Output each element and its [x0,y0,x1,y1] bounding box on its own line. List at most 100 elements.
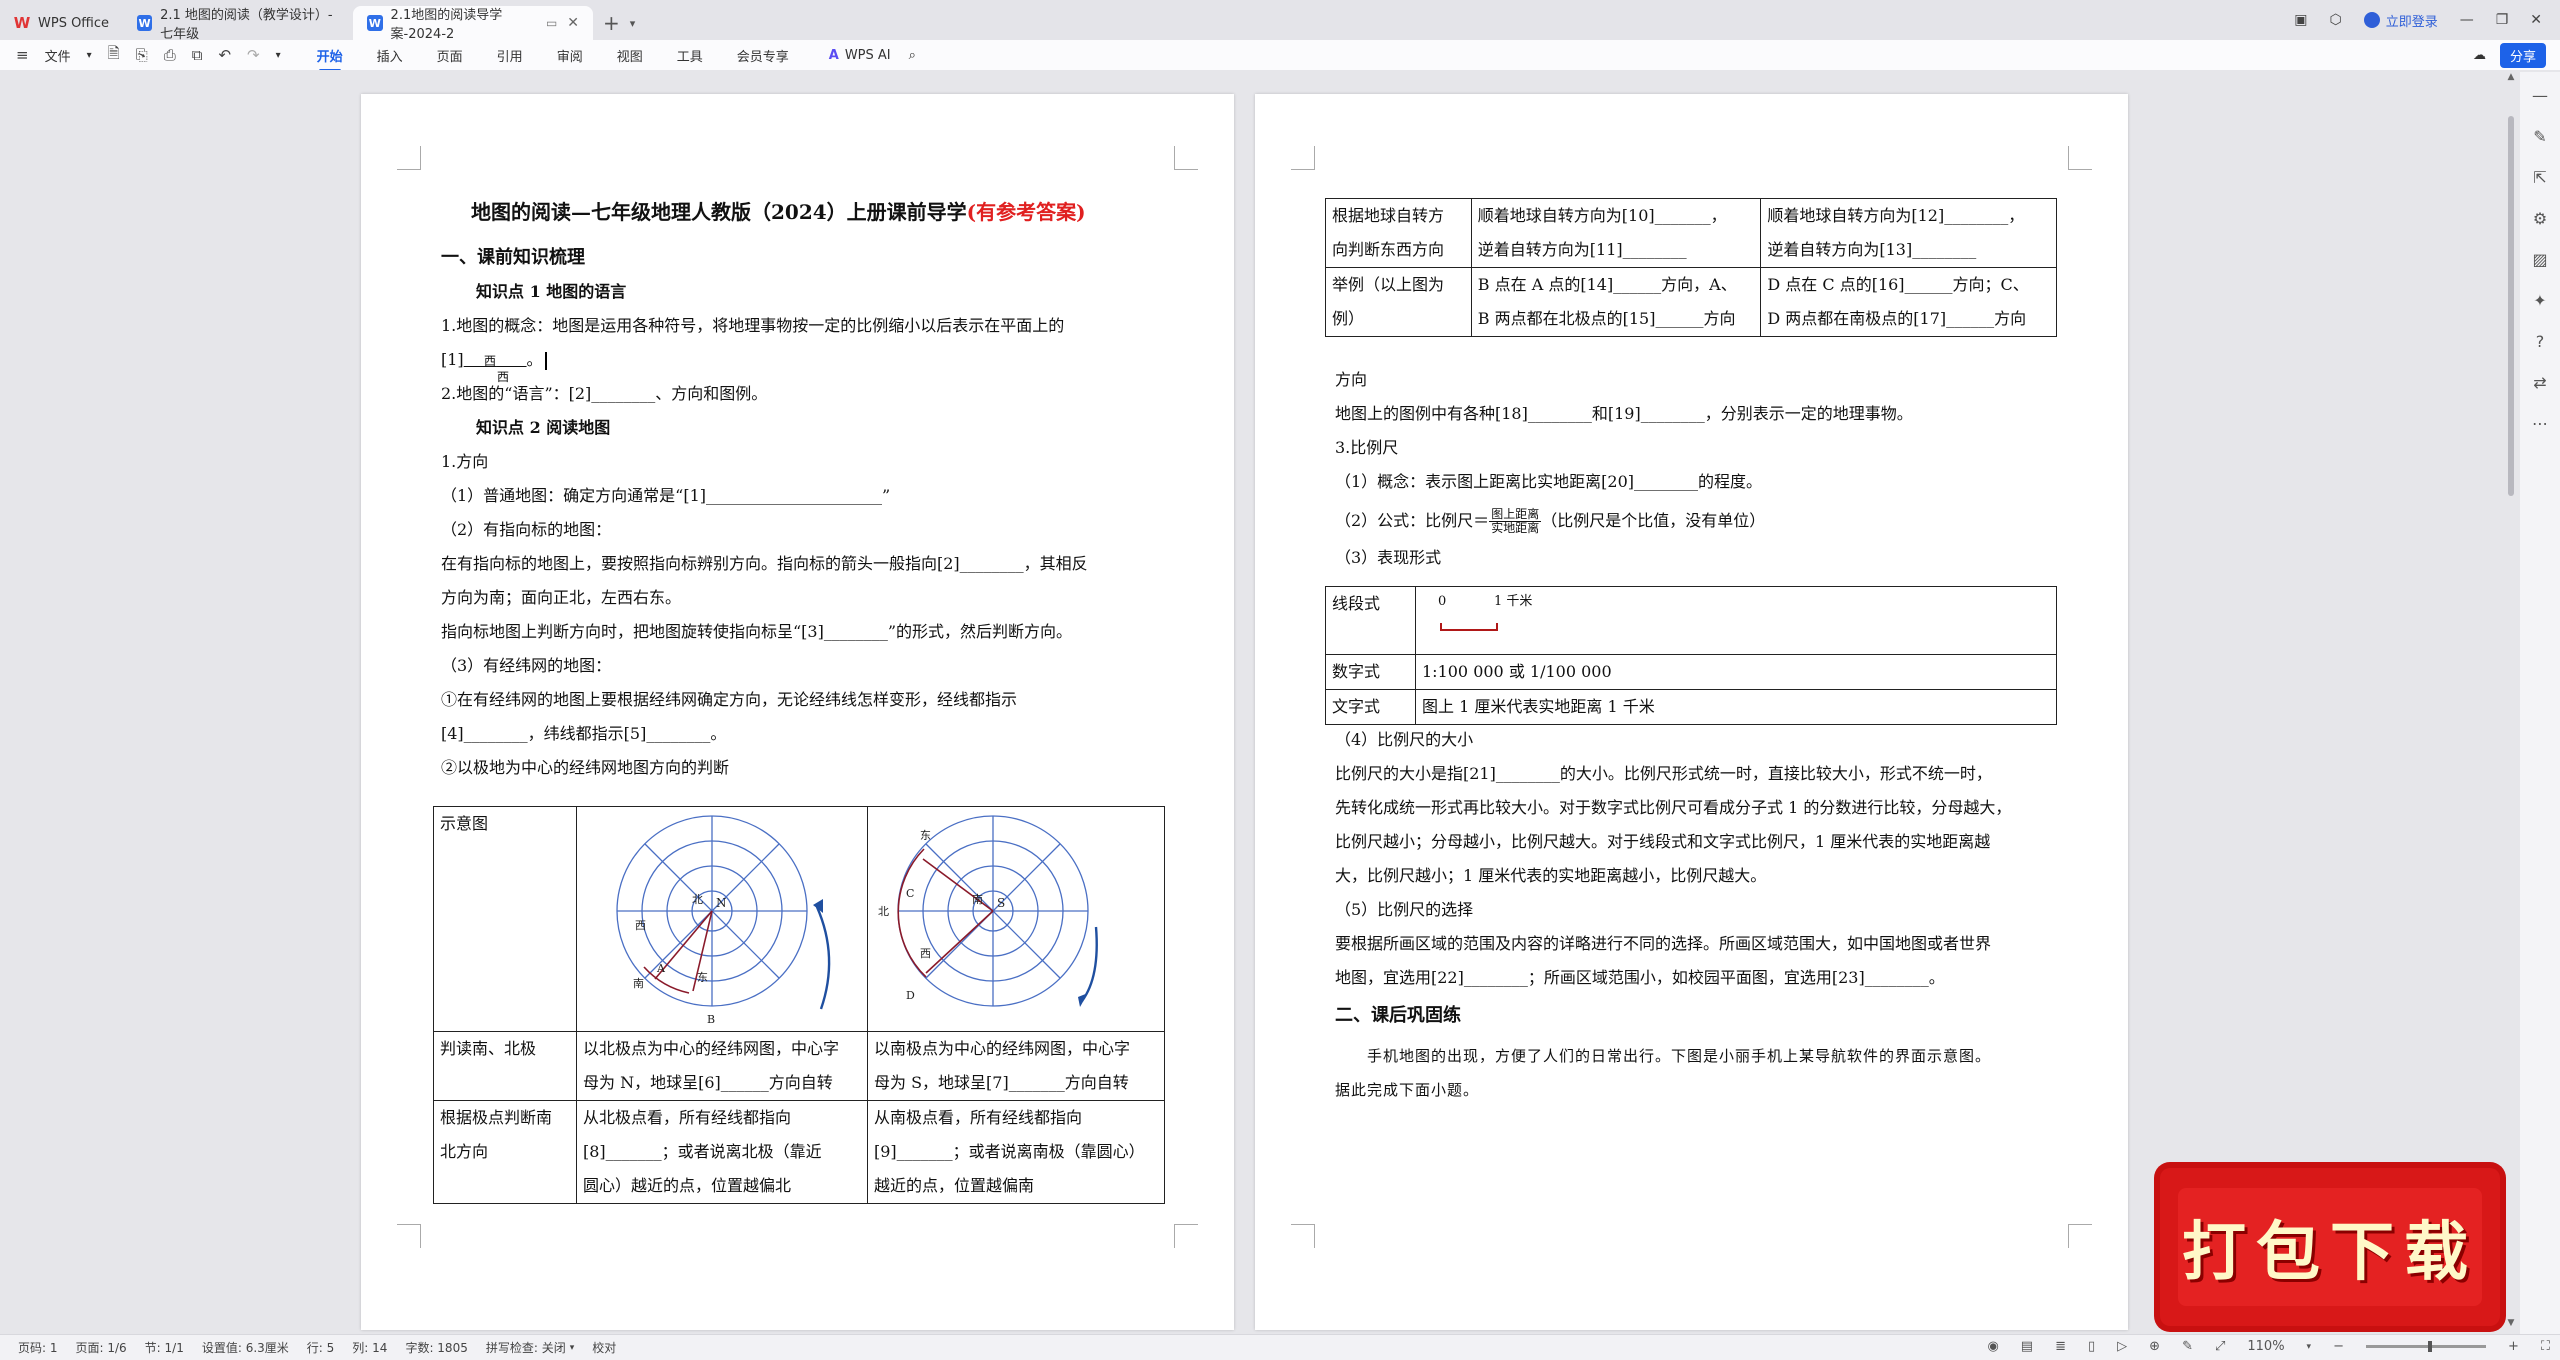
ribbon-right: ☁ 分享 [2473,43,2546,68]
collapse-panel-icon[interactable]: — [2532,86,2548,105]
tab-list-chevron-icon[interactable]: ▾ [630,6,636,40]
paragraph: 指向标地图上判断方向时，把地图旋转使指向标呈“[3]________”的形式，然… [441,622,1073,641]
south-pole-globe-diagram: S 南 东 西 北 C D [878,815,1098,1007]
eye-protection-icon[interactable]: ◉ [1987,1339,1998,1354]
table-row: 判读南、北极 以北极点为中心的经纬网图，中心字 母为 N，地球呈[6]______… [433,1031,1165,1101]
table-cell: 判读南、北极 [433,1031,577,1101]
zoom-level[interactable]: 110% [2247,1339,2284,1354]
status-proofread[interactable]: 校对 [592,1339,616,1356]
zoom-out-icon[interactable]: − [2333,1339,2344,1354]
table-cell: 举例（以上图为 例） [1325,267,1472,337]
page-view-icon[interactable]: ▤ [2021,1339,2033,1354]
tab-document-1[interactable]: W 2.1 地图的阅读（教学设计）-七年级 [123,6,353,42]
scroll-up-icon[interactable]: ▲ [2506,72,2516,82]
pen-icon[interactable]: ✎ [2533,127,2546,146]
wps-ai-button[interactable]: A WPS AI ⌕ [829,48,916,63]
zoom-slider[interactable] [2365,1341,2486,1352]
close-window-icon[interactable]: ✕ [2530,12,2542,28]
help-icon[interactable]: ? [2536,332,2545,351]
redo-icon[interactable]: ↷ [247,46,260,64]
north-pole-globe-diagram: N 北 西 东 南 A B [616,815,831,1026]
status-spell-check[interactable]: 拼写检查: 关闭 [486,1339,566,1356]
export-icon[interactable]: ⎘ [136,46,148,64]
scrollbar-thumb[interactable] [2508,116,2514,496]
image-icon[interactable]: ▨ [2532,250,2547,269]
paragraph: 方向为南；面向正北，左西右东。 [441,588,682,607]
cell-line: 顺着地球自转方向为[10]_______， [1477,206,1727,225]
ribbon-tab-review[interactable]: 审阅 [557,42,583,69]
table-cell: 示意图 [433,806,577,1032]
tab-wps-office[interactable]: W WPS Office [0,6,123,40]
more-icon[interactable]: ⋯ [2532,414,2548,433]
status-page-count[interactable]: 页面: 1/6 [76,1339,127,1356]
ribbon-tab-page[interactable]: 页面 [437,42,463,69]
paragraph: （3）表现形式 [1335,548,1442,567]
adjust-icon[interactable]: ⚙ [2533,209,2547,228]
hamburger-icon[interactable]: ≡ [16,46,29,64]
new-tab-button[interactable]: + [593,6,630,40]
cloud-sync-icon[interactable]: ☁ [2473,48,2486,63]
right-tool-panel: — ✎ ⇱ ⚙ ▨ ✦ ? ⇄ ⋯ [2520,72,2560,1334]
globe-label: 北 [692,893,703,906]
share-button[interactable]: 分享 [2499,43,2546,68]
file-menu[interactable]: 文件 [45,46,71,65]
reading-view-icon[interactable]: ▯ [2088,1339,2095,1354]
table-cell: 线段式 [1325,586,1416,655]
scroll-down-icon[interactable]: ▼ [2506,1318,2516,1328]
ribbon-tab-home[interactable]: 开始 [317,42,343,72]
status-setting-value[interactable]: 设置值: 6.3厘米 [202,1339,289,1356]
ribbon-tab-tools[interactable]: 工具 [677,42,703,69]
search-icon[interactable]: ⌕ [909,48,916,63]
play-icon[interactable]: ▷ [2117,1339,2127,1354]
download-package-banner[interactable]: 打包下载 [2160,1168,2500,1326]
document-page-1[interactable]: 地图的阅读—七年级地理人教版（2024）上册课前导学(有参考答案) 一、课前知识… [361,94,1234,1330]
zoom-in-icon[interactable]: + [2508,1339,2519,1354]
write-mode-icon[interactable]: ✎ [2182,1339,2193,1354]
table-row: 举例（以上图为 例） B 点在 A 点的[14]______方向，A、 B 两点都在… [1325,267,2057,337]
cell-line: [9]_______；或者说离南极（靠圆心） [874,1142,1145,1161]
zoom-chevron-icon[interactable]: ▾ [2307,1342,2312,1352]
fraction-numerator: 图上距离 [1489,507,1542,522]
zoom-slider-knob[interactable] [2427,1341,2432,1352]
save-icon[interactable]: 🗎 [108,43,120,68]
window-layout-icon[interactable]: ▣ [2294,12,2307,28]
translate-icon[interactable]: ⇄ [2533,373,2546,392]
file-chevron-icon[interactable]: ▾ [87,50,92,61]
paragraph: 1.方向 [441,452,489,471]
login-button[interactable]: 立即登录 [2363,11,2438,30]
magic-icon[interactable]: ✦ [2533,291,2546,310]
spell-check-chevron-icon[interactable]: ▾ [570,1343,575,1353]
ribbon-tabs: 开始 插入 页面 引用 审阅 视图 工具 会员专享 [317,42,789,72]
screen-icon[interactable]: ▭ [546,16,557,30]
paragraph: （3）有经纬网的地图： [441,656,612,675]
cube-icon[interactable]: ⬡ [2329,12,2341,28]
quick-access-more-icon[interactable]: ▾ [276,50,281,61]
vertical-scrollbar[interactable]: ▲ ▼ [2506,72,2516,1334]
ribbon-tab-insert[interactable]: 插入 [377,42,403,69]
banner-text: 打包下载 [2182,1215,2478,1290]
print-icon[interactable]: ⎙ [164,46,176,64]
ribbon-tab-member[interactable]: 会员专享 [737,42,789,69]
status-page-number[interactable]: 页码: 1 [18,1339,58,1356]
print-preview-icon[interactable]: ⧉ [192,46,203,64]
minimize-icon[interactable]: — [2460,12,2474,28]
status-word-count[interactable]: 字数: 1805 [405,1339,467,1356]
cell-line: D 点在 C 点的[16]______方向；C、 [1767,275,2029,294]
select-cursor-icon[interactable]: ⇱ [2533,168,2546,187]
status-section[interactable]: 节: 1/1 [145,1339,184,1356]
restore-icon[interactable]: ❐ [2496,12,2509,28]
margin-mark [397,146,421,170]
fullscreen-icon[interactable]: ⛶ [2541,1339,2550,1354]
ribbon-tab-view[interactable]: 视图 [617,42,643,69]
cell-line: 根据地球自转方 [1332,206,1445,225]
web-view-icon[interactable]: ⊕ [2149,1339,2160,1354]
ribbon-tab-references[interactable]: 引用 [497,42,523,69]
close-tab-icon[interactable]: ✕ [567,15,579,31]
globe-label: 南 [972,893,983,906]
document-page-2[interactable]: 根据地球自转方 向判断东西方向 顺着地球自转方向为[10]_______， 逆着自转… [1255,94,2128,1330]
fit-page-icon[interactable]: ⤢ [2215,1339,2225,1354]
tab-document-2[interactable]: W 2.1地图的阅读导学案-2024-2 ▭ ✕ [353,6,594,42]
undo-icon[interactable]: ↶ [218,46,231,64]
outline-view-icon[interactable]: ≣ [2055,1339,2066,1354]
rotation-arrowhead [1078,993,1088,1007]
